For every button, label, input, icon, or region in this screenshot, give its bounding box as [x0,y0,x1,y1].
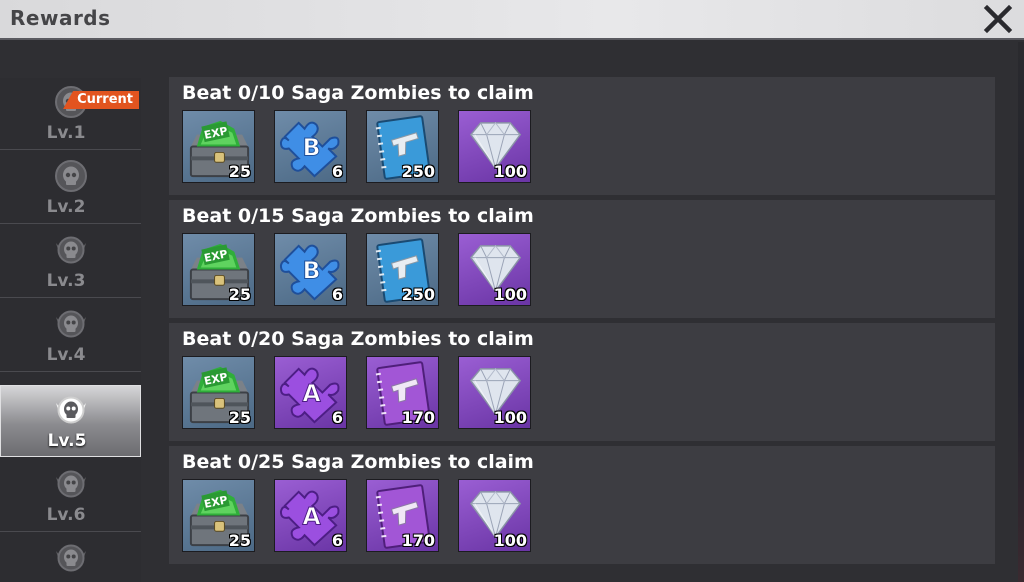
reward-tier-panel: Beat 0/20 Saga Zombies to claim 25 6 170… [169,323,995,441]
skull-wings-icon [54,310,87,338]
background-strip [1018,42,1024,582]
reward-item-blueprint[interactable]: 6 [274,356,347,429]
level-label: Lv.6 [46,505,86,525]
level-label: Lv.3 [46,271,86,291]
reward-item-manual[interactable]: 250 [366,233,439,306]
level-item-5[interactable]: Lv.5 [0,385,141,457]
reward-tier-panel: Beat 0/15 Saga Zombies to claim 25 6 250… [169,200,995,318]
level-item-2[interactable]: Lv.2 [0,152,141,224]
reward-item-diamond[interactable]: 100 [458,356,531,429]
reward-quantity: 100 [493,162,527,181]
tier-requirement: Beat 0/15 Saga Zombies to claim [182,205,534,227]
reward-item-manual[interactable]: 170 [366,479,439,552]
reward-quantity: 170 [401,408,435,427]
reward-quantity: 6 [331,531,343,550]
reward-item-diamond[interactable]: 100 [458,479,531,552]
reward-item-exp[interactable]: 25 [182,233,255,306]
level-label: Lv.1 [46,123,86,143]
close-icon [983,4,1013,34]
level-label: Lv.4 [46,345,86,365]
reward-item-exp[interactable]: 25 [182,356,255,429]
close-button[interactable] [978,0,1018,38]
tier-requirement: Beat 0/25 Saga Zombies to claim [182,451,534,473]
level-item-1[interactable]: Current Lv.1 [0,78,141,150]
reward-quantity: 25 [228,162,251,181]
reward-item-exp[interactable]: 25 [182,110,255,183]
reward-tier-panel: Beat 0/10 Saga Zombies to claim 25 6 250… [169,77,995,195]
level-label: Lv.2 [46,197,86,217]
skull-wings-icon [54,470,87,498]
reward-quantity: 25 [228,408,251,427]
reward-item-manual[interactable]: 250 [366,110,439,183]
reward-quantity: 6 [331,162,343,181]
reward-quantity: 100 [493,285,527,304]
reward-quantity: 100 [493,531,527,550]
reward-item-diamond[interactable]: 100 [458,233,531,306]
current-badge: Current [63,91,139,109]
reward-quantity: 6 [331,285,343,304]
tier-requirement: Beat 0/20 Saga Zombies to claim [182,328,534,350]
skull-wings-icon [54,544,87,572]
tier-requirement: Beat 0/10 Saga Zombies to claim [182,82,534,104]
reward-item-blueprint[interactable]: 6 [274,233,347,306]
reward-quantity: 25 [228,531,251,550]
level-item-4[interactable]: Lv.4 [0,300,141,372]
reward-quantity: 100 [493,408,527,427]
level-item-7[interactable] [0,534,141,582]
reward-quantity: 250 [401,162,435,181]
reward-item-blueprint[interactable]: 6 [274,110,347,183]
level-item-6[interactable]: Lv.6 [0,460,141,532]
skull-icon [54,160,87,192]
reward-quantity: 6 [331,408,343,427]
level-sidebar: Current Lv.1 Lv.2 Lv.3 Lv.4 Lv.5 Lv.6 [0,78,141,582]
reward-quantity: 250 [401,285,435,304]
reward-tier-panel: Beat 0/25 Saga Zombies to claim 25 6 170… [169,446,995,564]
header-bar: Rewards [0,0,1024,40]
reward-quantity: 25 [228,285,251,304]
level-item-3[interactable]: Lv.3 [0,226,141,298]
reward-item-manual[interactable]: 170 [366,356,439,429]
reward-quantity: 170 [401,531,435,550]
reward-item-exp[interactable]: 25 [182,479,255,552]
skull-wings-icon [54,236,87,264]
level-label: Lv.5 [47,431,87,451]
reward-item-blueprint[interactable]: 6 [274,479,347,552]
page-title: Rewards [10,6,111,30]
reward-item-diamond[interactable]: 100 [458,110,531,183]
skull-wings-icon [54,396,87,424]
